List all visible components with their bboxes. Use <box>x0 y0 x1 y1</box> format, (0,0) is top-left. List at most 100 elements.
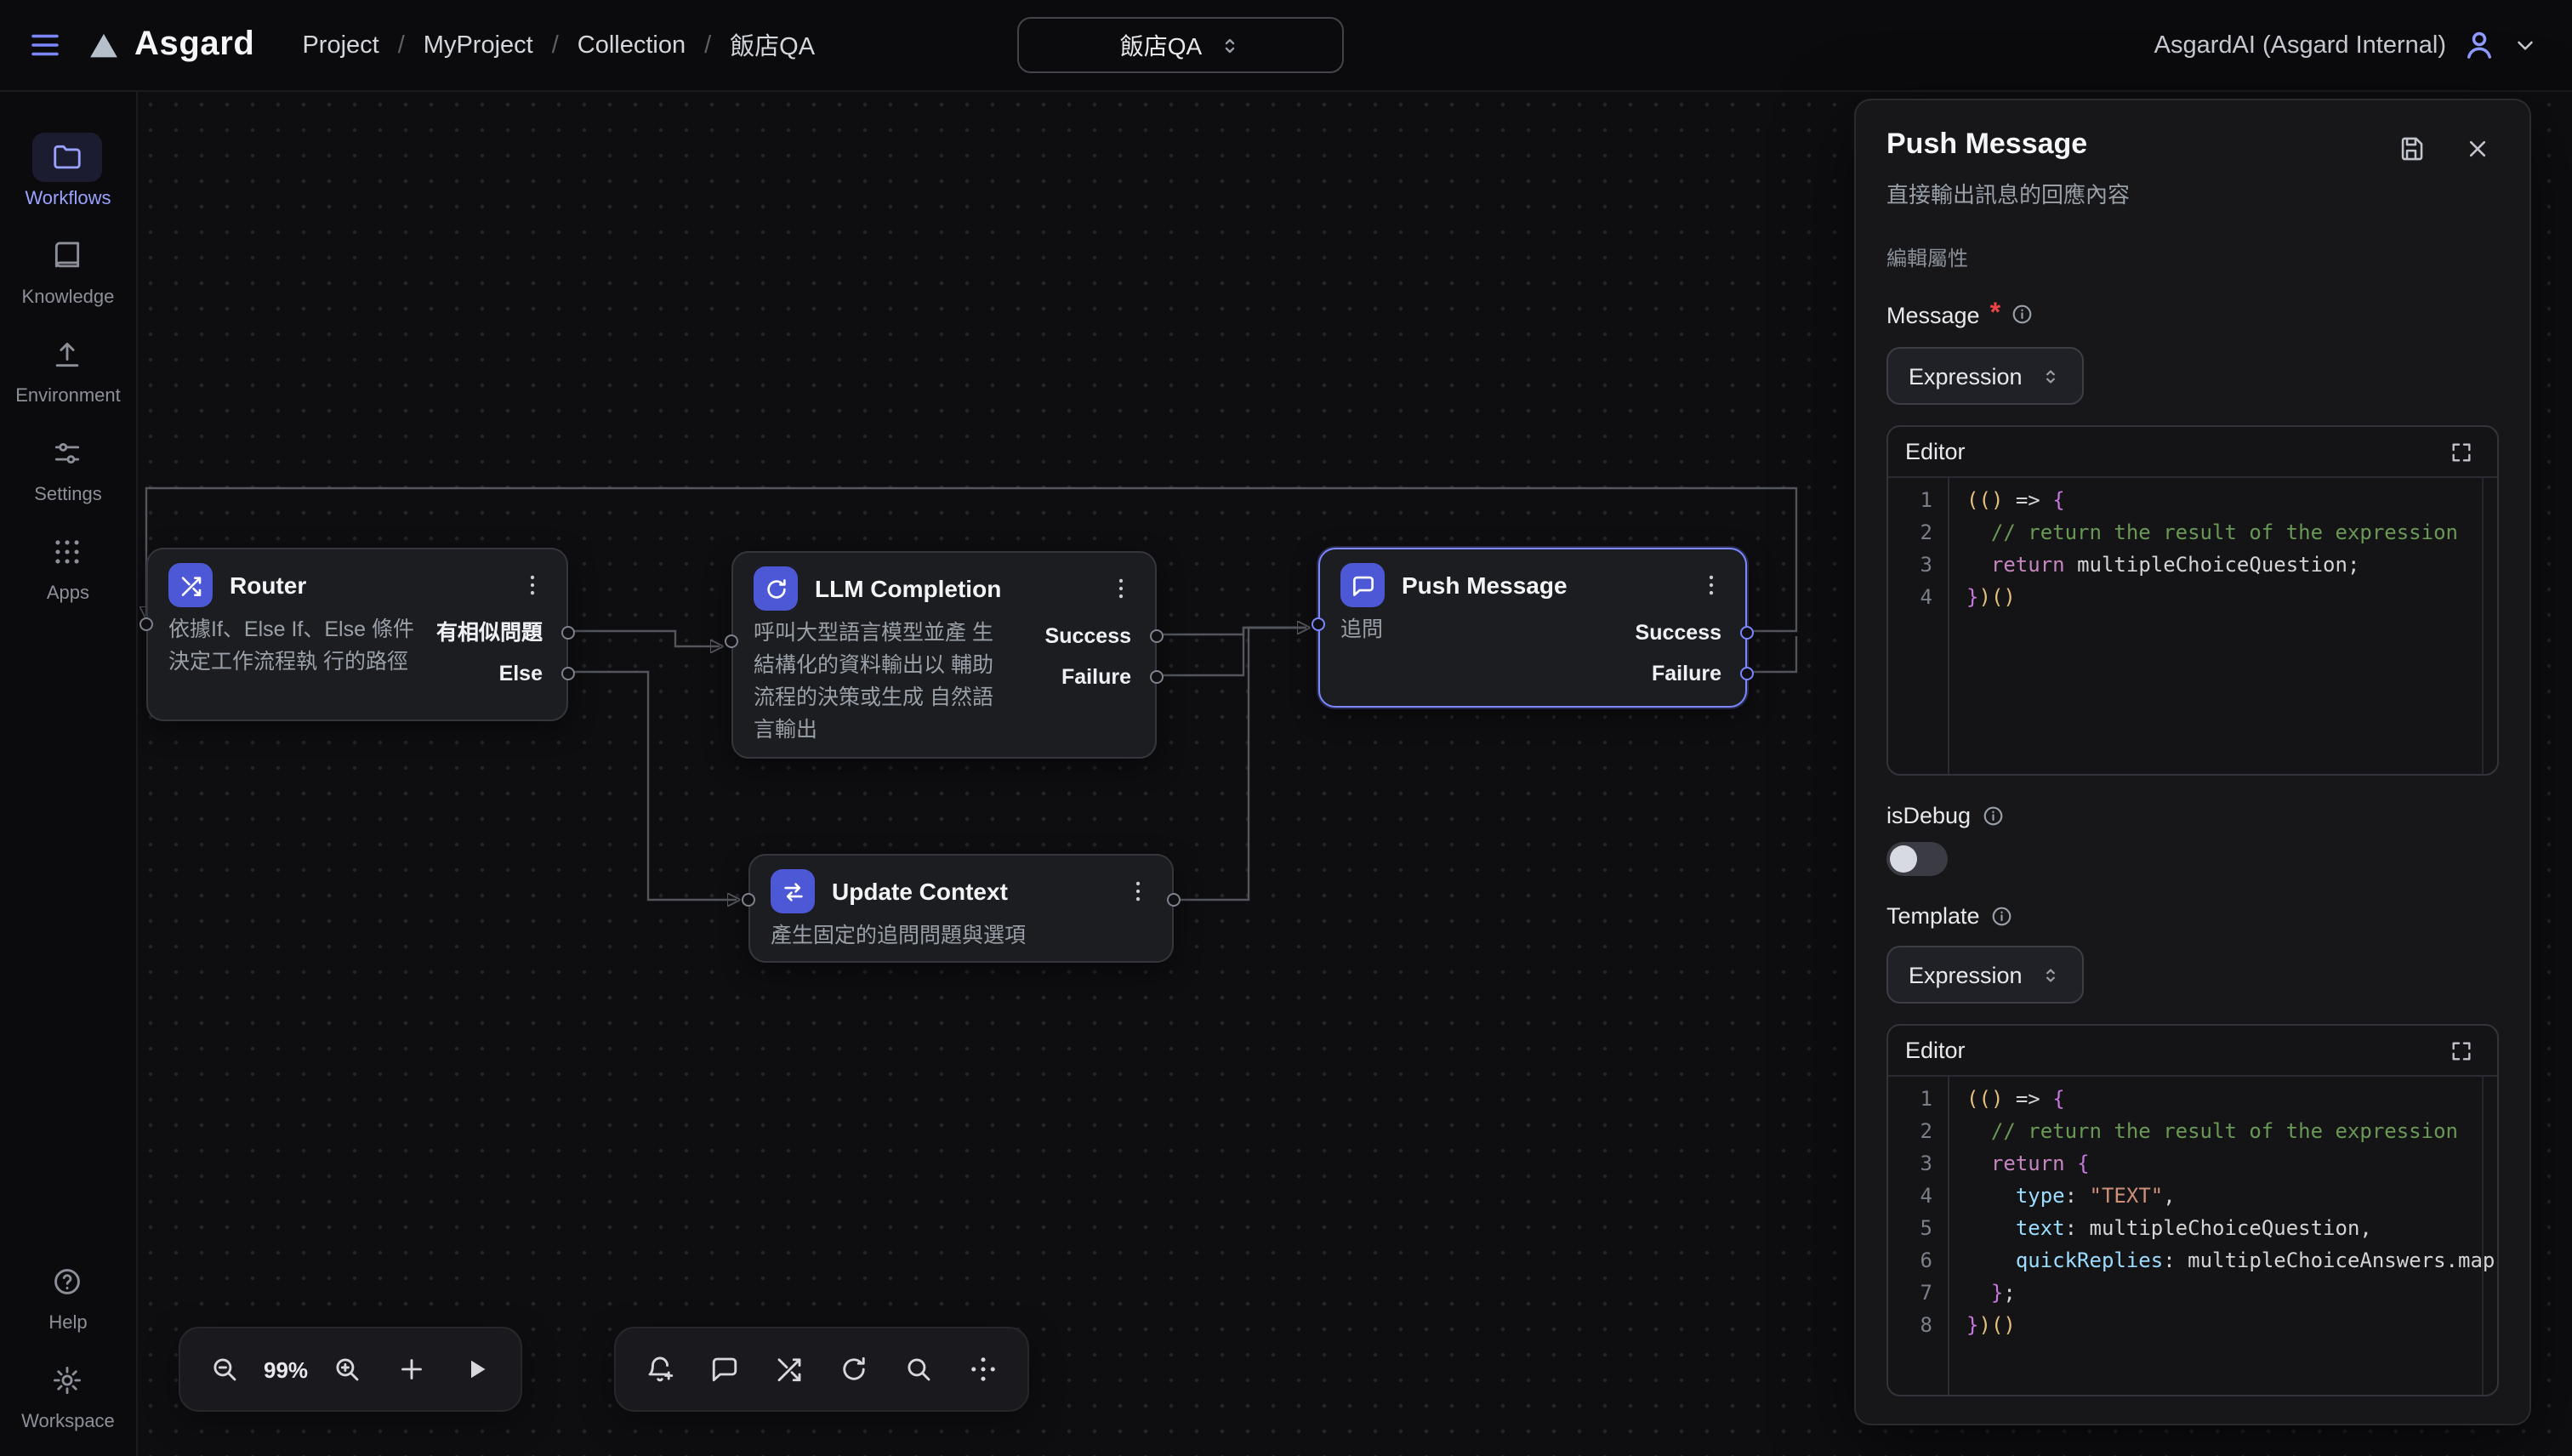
message-type-dropdown[interactable]: Expression <box>1886 347 2084 405</box>
kebab-menu-icon[interactable] <box>519 572 546 599</box>
template-type-label: Expression <box>1909 962 2023 987</box>
node-push[interactable]: Push Message追問SuccessFailure <box>1318 548 1747 708</box>
updown-icon <box>2040 964 2062 986</box>
node-icon <box>754 566 798 611</box>
refresh-button[interactable] <box>823 1339 885 1400</box>
sidebar-item-environment[interactable]: Environment <box>15 330 121 407</box>
refresh-icon <box>763 576 788 601</box>
output-label: Failure <box>1652 660 1721 687</box>
zoom-out-button[interactable] <box>194 1339 255 1400</box>
workflow-selector[interactable]: 飯店QA <box>1017 17 1344 73</box>
close-button[interactable] <box>2456 128 2499 170</box>
zoom-in-icon <box>332 1354 362 1385</box>
input-port[interactable] <box>139 617 153 631</box>
sidebar-item-settings[interactable]: Settings <box>33 429 103 505</box>
line-number: 3 <box>1888 1148 1932 1180</box>
output-port[interactable] <box>1150 629 1164 643</box>
account-menu[interactable]: AsgardAI (Asgard Internal) <box>2154 27 2538 63</box>
panel-subtitle: 直接輸出訊息的回應內容 <box>1886 177 2499 209</box>
sidebar-item-workflows[interactable]: Workflows <box>25 133 111 209</box>
sidebar-item-help[interactable]: Help <box>33 1257 103 1334</box>
sidebar-bottom: Help Workspace <box>21 1257 115 1432</box>
code-line: })() <box>1966 1310 2497 1342</box>
line-number: 3 <box>1888 549 1932 582</box>
code-area[interactable]: 1234 (() => { // return the result of th… <box>1888 478 2497 774</box>
template-info-icon[interactable] <box>1990 905 2013 928</box>
output-port[interactable] <box>561 667 575 680</box>
node-description: 產生固定的追問問題與選項 <box>771 920 1131 953</box>
zoom-level: 99% <box>264 1356 308 1382</box>
logo[interactable]: Asgard <box>87 26 254 65</box>
person-icon <box>2461 27 2497 63</box>
sidebar-item-label: Settings <box>34 485 102 505</box>
node-description: 追問 <box>1340 614 1579 646</box>
node-update[interactable]: Update Context產生固定的追問問題與選項 <box>748 854 1174 963</box>
breadcrumb-item[interactable]: MyProject <box>424 31 533 59</box>
output-port[interactable] <box>1150 670 1164 684</box>
node-router[interactable]: Router依據If、Else If、Else 條件決定工作流程執 行的路徑有相… <box>146 548 568 721</box>
isdebug-toggle[interactable] <box>1886 842 1948 876</box>
output-label: Success <box>1636 619 1721 646</box>
chat-icon <box>709 1354 740 1385</box>
input-port[interactable] <box>742 893 755 907</box>
output-port[interactable] <box>1740 667 1754 680</box>
node-title: Router <box>230 572 502 599</box>
book-icon <box>52 240 84 272</box>
message-info-icon[interactable] <box>2011 304 2034 327</box>
code-line: quickReplies: multipleChoiceAnswers.map <box>1966 1245 2497 1277</box>
code-line: }; <box>1966 1277 2497 1310</box>
play-button[interactable] <box>446 1339 507 1400</box>
breadcrumb-separator: / <box>704 31 711 59</box>
search-button[interactable] <box>888 1339 949 1400</box>
sidebar-item-workspace[interactable]: Workspace <box>21 1356 115 1432</box>
breadcrumb-item[interactable]: 飯店QA <box>730 27 815 63</box>
toggle-knob <box>1890 845 1917 873</box>
expand-editor-button[interactable] <box>2443 433 2480 470</box>
template-type-dropdown[interactable]: Expression <box>1886 946 2084 1004</box>
input-port[interactable] <box>725 634 738 648</box>
isdebug-info-icon[interactable] <box>1981 805 2004 828</box>
breadcrumb-item[interactable]: Project <box>302 31 378 59</box>
menu-button[interactable] <box>20 20 70 70</box>
gear-icon <box>52 1364 84 1396</box>
output-port[interactable] <box>561 626 575 640</box>
code-line: return { <box>1966 1148 2497 1180</box>
bell-add-icon <box>645 1354 675 1385</box>
output-label: 有相似問題 <box>436 619 543 646</box>
kebab-menu-icon[interactable] <box>1698 572 1725 599</box>
sidebar-item-apps[interactable]: Apps <box>33 527 103 604</box>
input-port[interactable] <box>1312 617 1325 631</box>
output-port[interactable] <box>1740 626 1754 640</box>
breadcrumb-item[interactable]: Collection <box>578 31 686 59</box>
sidebar-item-knowledge[interactable]: Knowledge <box>22 231 115 308</box>
chat-button[interactable] <box>694 1339 755 1400</box>
properties-panel: Push Message 直接輸出訊息的回應內容 編輯屬性 Message * … <box>1854 99 2531 1425</box>
info-icon <box>1990 905 2013 928</box>
plus-button[interactable] <box>381 1339 442 1400</box>
help-icon <box>52 1265 84 1298</box>
folder-icon <box>52 141 84 173</box>
message-editor: Editor 1234 (() => { // return the resul… <box>1886 425 2499 776</box>
info-icon <box>2011 304 2034 327</box>
sidebar-item-label: Workspace <box>21 1412 115 1432</box>
zoom-out-icon <box>209 1354 240 1385</box>
node-icon <box>771 869 815 913</box>
expand-editor-button[interactable] <box>2443 1032 2480 1069</box>
output-port[interactable] <box>1167 893 1181 907</box>
code-area[interactable]: 12345678 (() => { // return the result o… <box>1888 1077 2497 1395</box>
output-label: Else <box>499 660 543 687</box>
kebab-menu-icon[interactable] <box>1124 878 1152 905</box>
line-number: 2 <box>1888 517 1932 549</box>
kebab-menu-icon[interactable] <box>1107 575 1135 602</box>
save-button[interactable] <box>2390 128 2433 170</box>
line-number: 4 <box>1888 582 1932 614</box>
zoom-in-button[interactable] <box>316 1339 378 1400</box>
sidebar-item-label: Apps <box>47 583 89 604</box>
node-llm[interactable]: LLM Completion呼叫大型語言模型並產 生結構化的資料輸出以 輔助流程… <box>731 551 1157 759</box>
shuffle-button[interactable] <box>759 1339 820 1400</box>
code-lines: (() => { // return the result of the exp… <box>1949 1077 2497 1395</box>
bell-add-button[interactable] <box>629 1339 691 1400</box>
message-type-label: Expression <box>1909 363 2023 389</box>
node-icon <box>1340 563 1385 607</box>
move-button[interactable] <box>953 1339 1014 1400</box>
